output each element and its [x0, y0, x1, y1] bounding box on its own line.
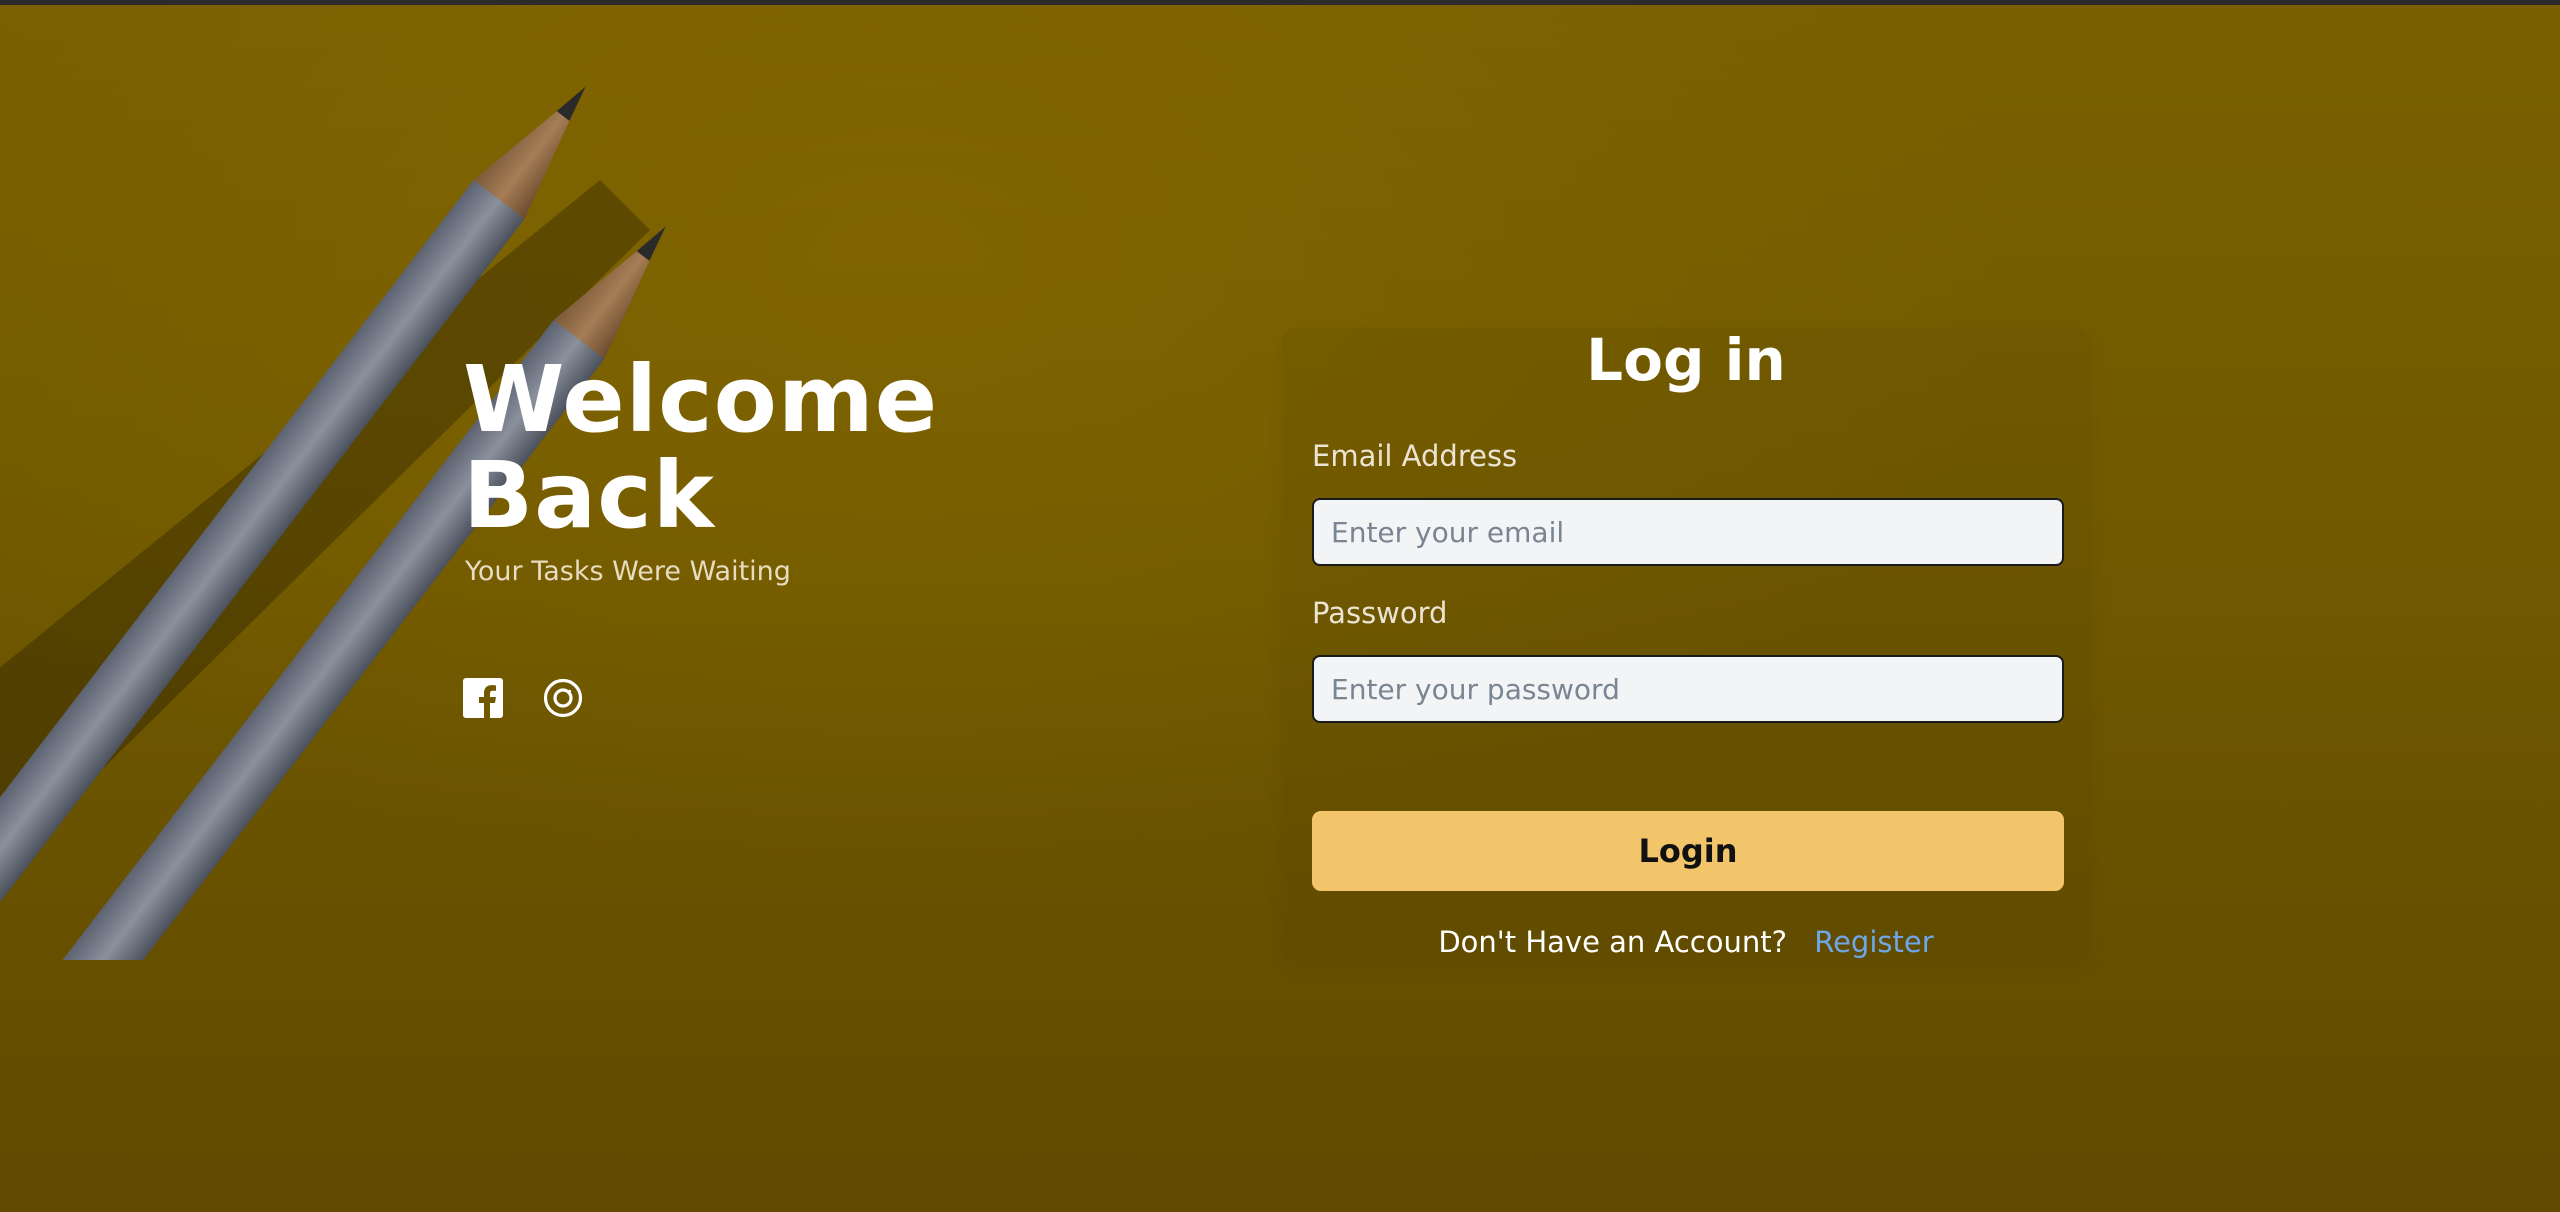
facebook-icon[interactable] — [463, 678, 503, 718]
instagram-icon[interactable] — [543, 678, 583, 718]
password-field[interactable] — [1312, 655, 2064, 723]
hero-title-line1: Welcome — [463, 346, 939, 453]
login-button[interactable]: Login — [1312, 811, 2064, 891]
register-link[interactable]: Register — [1814, 925, 1933, 959]
register-prompt: Don't Have an Account? — [1438, 925, 1788, 959]
hero-subtitle: Your Tasks Were Waiting — [465, 556, 791, 587]
login-card: Log in Email Address Password Login Don'… — [1282, 328, 2090, 960]
hero-title: Welcome Back — [463, 352, 1063, 544]
social-links — [463, 678, 583, 718]
register-row: Don't Have an Account? Register — [1282, 924, 2090, 960]
password-label: Password — [1312, 596, 1448, 630]
email-label: Email Address — [1312, 439, 1518, 473]
login-title: Log in — [1586, 326, 1786, 394]
email-field[interactable] — [1312, 498, 2064, 566]
hero-section: Welcome Back Your Tasks Were Waiting — [463, 352, 1063, 588]
hero-title-line2: Back — [463, 442, 715, 549]
